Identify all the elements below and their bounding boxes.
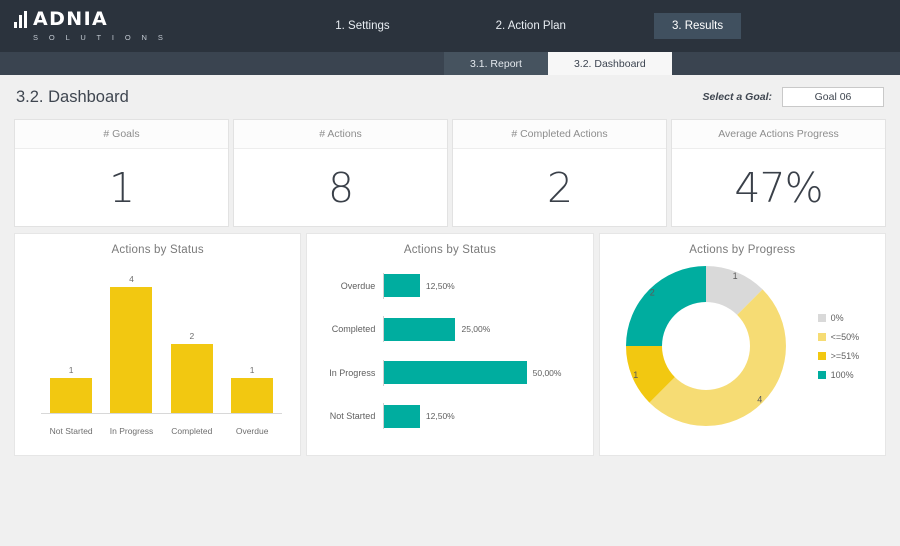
donut-chart-plot: 1 4 1 2: [620, 260, 798, 432]
goal-selector-label: Select a Goal:: [703, 91, 772, 103]
column-bar-value-label: 1: [69, 365, 74, 375]
bar-value-label: 50,00%: [533, 368, 562, 378]
goal-select-dropdown[interactable]: Goal 06: [782, 87, 884, 107]
bar-chart: Overdue 12,50% Completed 25,00% In Progress 5…: [317, 264, 582, 444]
legend-label: >=51%: [831, 351, 860, 361]
column-bar[interactable]: [110, 287, 152, 413]
main-navigation: 1. Settings 2. Action Plan 3. Results: [317, 13, 741, 39]
column-bar[interactable]: [231, 378, 273, 413]
chart-title: Actions by Status: [307, 234, 592, 256]
bar-category-label: Overdue: [317, 281, 383, 291]
kpi-card-completed-actions: # Completed Actions 2: [452, 119, 667, 227]
brand-name: ADNIA: [33, 11, 108, 28]
donut-segment-label: 1: [633, 370, 638, 380]
kpi-card-row: # Goals 1 # Actions 8 # Completed Action…: [0, 119, 900, 227]
sub-navigation: 3.1. Report 3.2. Dashboard: [0, 52, 900, 75]
chart-title: Actions by Progress: [600, 234, 885, 256]
column-bar-group: 2: [162, 274, 222, 413]
column-bar-group: 1: [222, 274, 282, 413]
column-chart: 1 4 2 1 Not StartedIn ProgressCompletedOver…: [27, 262, 288, 440]
bar-chart-row: Overdue 12,50%: [317, 273, 576, 299]
nav-tab-settings[interactable]: 1. Settings: [317, 13, 407, 39]
legend-item[interactable]: <=50%: [818, 332, 860, 342]
donut-svg: 1 4 1 2: [620, 260, 792, 432]
legend-swatch: [818, 371, 826, 379]
legend-swatch: [818, 352, 826, 360]
bar-fill[interactable]: [384, 361, 526, 384]
bar-chart-row: Not Started 12,50%: [317, 403, 576, 429]
legend-label: 100%: [831, 370, 854, 380]
kpi-value: 2: [453, 149, 666, 226]
column-chart-category-label: In Progress: [101, 426, 161, 436]
kpi-title: # Actions: [234, 120, 447, 149]
kpi-card-goals: # Goals 1: [14, 119, 229, 227]
chart-row: Actions by Status 1421 Not StartedIn Pro…: [0, 227, 900, 456]
brand-logo: ADNIA S O L U T I O N S: [0, 11, 167, 42]
donut-segment-label: 2: [649, 287, 654, 297]
legend-swatch: [818, 333, 826, 341]
kpi-card-actions: # Actions 8: [233, 119, 448, 227]
goal-selector: Select a Goal: Goal 06: [703, 87, 884, 107]
bar-fill[interactable]: [384, 405, 420, 428]
column-chart-plot: 1 4 2 1: [41, 274, 282, 414]
bar-fill[interactable]: [384, 318, 455, 341]
legend-item[interactable]: 0%: [818, 313, 860, 323]
chart-card-actions-by-status-bar: Actions by Status Overdue 12,50% Completed…: [306, 233, 593, 456]
column-chart-category-label: Completed: [162, 426, 222, 436]
bar-category-label: Completed: [317, 324, 383, 334]
bar-track: 12,50%: [383, 273, 576, 299]
kpi-value: 1: [15, 149, 228, 226]
legend-label: <=50%: [831, 332, 860, 342]
legend-label: 0%: [831, 313, 844, 323]
kpi-value: 47%: [672, 149, 885, 226]
bar-track: 12,50%: [383, 403, 576, 429]
kpi-title: Average Actions Progress: [672, 120, 885, 149]
kpi-title: # Goals: [15, 120, 228, 149]
bar-value-label: 25,00%: [461, 324, 490, 334]
column-bar[interactable]: [50, 378, 92, 413]
legend-item[interactable]: 100%: [818, 370, 860, 380]
chart-card-actions-by-status-column: Actions by Status 1 4 2 1 Not StartedIn Pro…: [14, 233, 301, 456]
legend-item[interactable]: >=51%: [818, 351, 860, 361]
donut-chart: 1 4 1 2 0% <=50% >=51% 100%: [600, 256, 885, 436]
bar-category-label: Not Started: [317, 411, 383, 421]
chart-title: Actions by Status: [15, 234, 300, 256]
bar-chart-row: In Progress 50,00%: [317, 360, 576, 386]
kpi-title: # Completed Actions: [453, 120, 666, 149]
kpi-value: 8: [234, 149, 447, 226]
chart-card-actions-by-progress: Actions by Progress 1 4 1 2 0% <=50% >=51% 100…: [599, 233, 886, 456]
column-bar[interactable]: [171, 344, 213, 414]
app-header: ADNIA S O L U T I O N S 1. Settings 2. A…: [0, 0, 900, 52]
column-chart-category-label: Overdue: [222, 426, 282, 436]
bar-track: 50,00%: [383, 360, 576, 386]
bar-track: 25,00%: [383, 316, 576, 342]
donut-chart-legend: 0% <=50% >=51% 100%: [818, 313, 860, 380]
column-chart-x-axis: Not StartedIn ProgressCompletedOverdue: [41, 426, 282, 436]
bar-category-label: In Progress: [317, 368, 383, 378]
nav-tab-results[interactable]: 3. Results: [654, 13, 741, 39]
column-bar-group: 4: [101, 274, 161, 413]
donut-segment-label: 4: [757, 395, 762, 405]
brand-tagline: S O L U T I O N S: [33, 33, 167, 42]
nav-tab-action-plan[interactable]: 2. Action Plan: [478, 13, 584, 39]
legend-swatch: [818, 314, 826, 322]
column-bar-value-label: 2: [189, 331, 194, 341]
bar-value-label: 12,50%: [426, 281, 455, 291]
column-bar-value-label: 1: [250, 365, 255, 375]
column-bar-group: 1: [41, 274, 101, 413]
bar-chart-row: Completed 25,00%: [317, 316, 576, 342]
bar-fill[interactable]: [384, 274, 420, 297]
page-header: 3.2. Dashboard Select a Goal: Goal 06: [0, 75, 900, 119]
donut-segment[interactable]: [626, 266, 706, 346]
donut-segment-label: 1: [732, 271, 737, 281]
bar-chart-rows: Overdue 12,50% Completed 25,00% In Progress 5…: [317, 264, 576, 438]
subtab-dashboard[interactable]: 3.2. Dashboard: [548, 52, 672, 75]
kpi-card-average-progress: Average Actions Progress 47%: [671, 119, 886, 227]
bar-value-label: 12,50%: [426, 411, 455, 421]
column-bar-value-label: 4: [129, 274, 134, 284]
bar-chart-logo-icon: [14, 11, 27, 28]
subtab-report[interactable]: 3.1. Report: [444, 52, 548, 75]
page-title: 3.2. Dashboard: [16, 88, 129, 107]
column-chart-category-label: Not Started: [41, 426, 101, 436]
